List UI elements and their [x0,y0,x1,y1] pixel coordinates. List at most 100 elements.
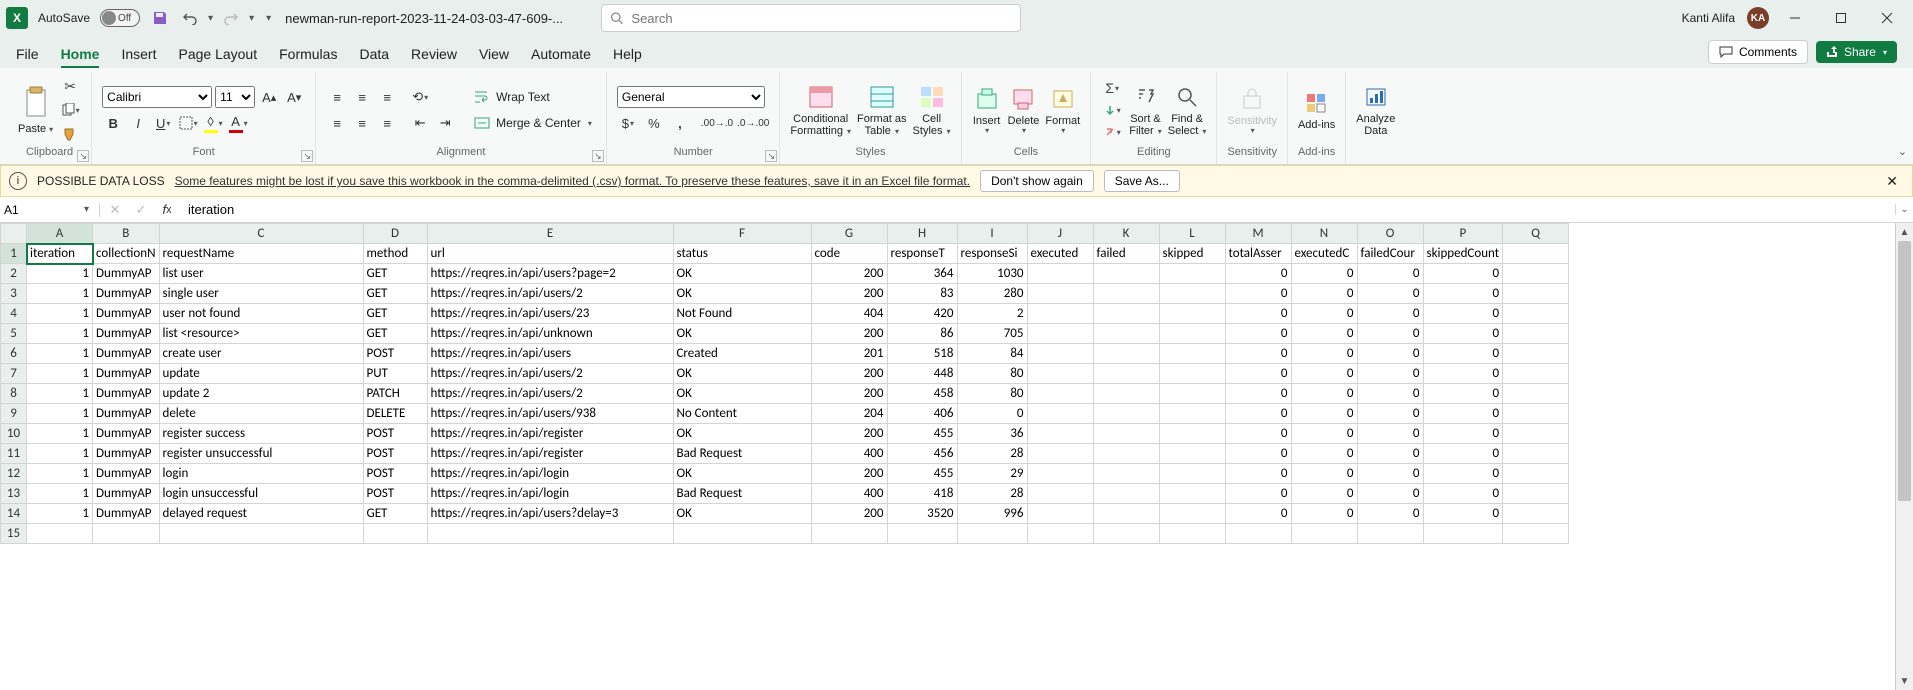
cell[interactable]: https://reqres.in/api/users/938 [427,404,673,424]
col-head-A[interactable]: A [27,224,93,244]
cell[interactable] [1503,384,1569,404]
row-head-5[interactable]: 5 [1,324,27,344]
cell[interactable]: 0 [1291,484,1357,504]
cell[interactable]: 1 [27,484,93,504]
cell[interactable] [427,524,673,544]
cell[interactable]: https://reqres.in/api/users/23 [427,304,673,324]
col-head-P[interactable]: P [1423,224,1503,244]
info-close-button[interactable]: ✕ [1880,173,1904,190]
cell[interactable]: 0 [1225,484,1291,504]
save-icon[interactable] [148,6,172,30]
cell[interactable]: PUT [363,364,427,384]
cell[interactable] [811,524,887,544]
cell[interactable] [1503,284,1569,304]
align-bottom-button[interactable]: ≡ [376,86,398,108]
cell[interactable] [1093,324,1159,344]
tab-formulas[interactable]: Formulas [279,46,337,68]
redo-button[interactable] [219,6,243,30]
col-head-H[interactable]: H [887,224,957,244]
cell[interactable]: 0 [1291,264,1357,284]
search-input[interactable] [631,11,1012,26]
cell[interactable] [1159,324,1225,344]
cell[interactable]: 406 [887,404,957,424]
cell[interactable] [1027,384,1093,404]
cell[interactable] [1093,444,1159,464]
tab-review[interactable]: Review [411,46,457,68]
col-head-C[interactable]: C [159,224,363,244]
cell[interactable]: 0 [1423,304,1503,324]
cell[interactable] [1159,264,1225,284]
cell[interactable]: 0 [1423,464,1503,484]
cell[interactable]: 0 [1357,344,1423,364]
cell[interactable] [1423,524,1503,544]
cell[interactable]: https://reqres.in/api/users/2 [427,384,673,404]
cell[interactable]: 200 [811,384,887,404]
cell[interactable] [1093,404,1159,424]
collapse-ribbon-button[interactable]: ⌄ [1898,145,1907,158]
cell[interactable]: 0 [1423,444,1503,464]
row-head-10[interactable]: 10 [1,424,27,444]
cell[interactable]: Bad Request [673,444,811,464]
row-head-6[interactable]: 6 [1,344,27,364]
number-format-select[interactable]: General [617,86,765,108]
cell[interactable] [1291,524,1357,544]
cell[interactable]: GET [363,304,427,324]
cell[interactable] [1503,344,1569,364]
expand-formula-bar[interactable]: ⌄ [1895,204,1913,215]
cell[interactable] [1503,484,1569,504]
cell[interactable] [1503,524,1569,544]
cell[interactable]: 1 [27,424,93,444]
cell[interactable]: 0 [1291,424,1357,444]
cell[interactable] [1027,364,1093,384]
cell[interactable]: POST [363,484,427,504]
cell[interactable] [1159,524,1225,544]
cell[interactable] [1503,324,1569,344]
col-head-G[interactable]: G [811,224,887,244]
scroll-up-button[interactable]: ▲ [1896,223,1913,241]
cell[interactable] [1093,284,1159,304]
cell[interactable]: 200 [811,464,887,484]
cell[interactable] [1093,304,1159,324]
cell[interactable]: 0 [1423,424,1503,444]
cell[interactable]: 0 [1291,504,1357,524]
row-head-9[interactable]: 9 [1,404,27,424]
cell[interactable]: Created [673,344,811,364]
cell[interactable]: status [673,244,811,264]
cell[interactable]: 1 [27,504,93,524]
cell[interactable]: 1 [27,304,93,324]
cell[interactable] [1027,284,1093,304]
cell[interactable]: https://reqres.in/api/login [427,484,673,504]
accounting-button[interactable]: $▾ [617,112,639,134]
decrease-decimal-button[interactable]: .0→.00 [737,112,769,134]
align-left-button[interactable]: ≡ [326,112,348,134]
cell[interactable] [1159,424,1225,444]
cell[interactable]: 0 [1423,404,1503,424]
cell[interactable] [1027,324,1093,344]
cell[interactable]: skippedCount [1423,244,1503,264]
tab-view[interactable]: View [479,46,509,68]
format-as-table-button[interactable]: Format asTable ▾ [857,83,907,137]
cell[interactable] [1159,444,1225,464]
cell[interactable] [1225,524,1291,544]
cell[interactable] [1093,524,1159,544]
cell[interactable]: DummyAP [93,404,160,424]
increase-indent-button[interactable]: ⇥ [434,112,456,134]
cell[interactable]: 1 [27,344,93,364]
cell[interactable]: https://reqres.in/api/login [427,464,673,484]
cell[interactable]: 1 [27,384,93,404]
cell[interactable]: https://reqres.in/api/users [427,344,673,364]
qat-more-icon[interactable]: ▾ [266,13,271,24]
cell[interactable] [1503,244,1569,264]
cell[interactable] [1093,264,1159,284]
cell[interactable] [1159,504,1225,524]
cell[interactable]: 0 [1291,404,1357,424]
clear-button[interactable]: ▾ [1101,122,1123,142]
minimize-button[interactable] [1775,2,1815,34]
cell[interactable]: https://reqres.in/api/users/2 [427,364,673,384]
cell[interactable]: 455 [887,424,957,444]
cell[interactable]: 280 [957,284,1027,304]
scroll-down-button[interactable]: ▼ [1896,672,1913,690]
cell[interactable] [887,524,957,544]
cell[interactable]: 705 [957,324,1027,344]
sort-filter-button[interactable]: Sort &Filter ▾ [1129,83,1162,137]
